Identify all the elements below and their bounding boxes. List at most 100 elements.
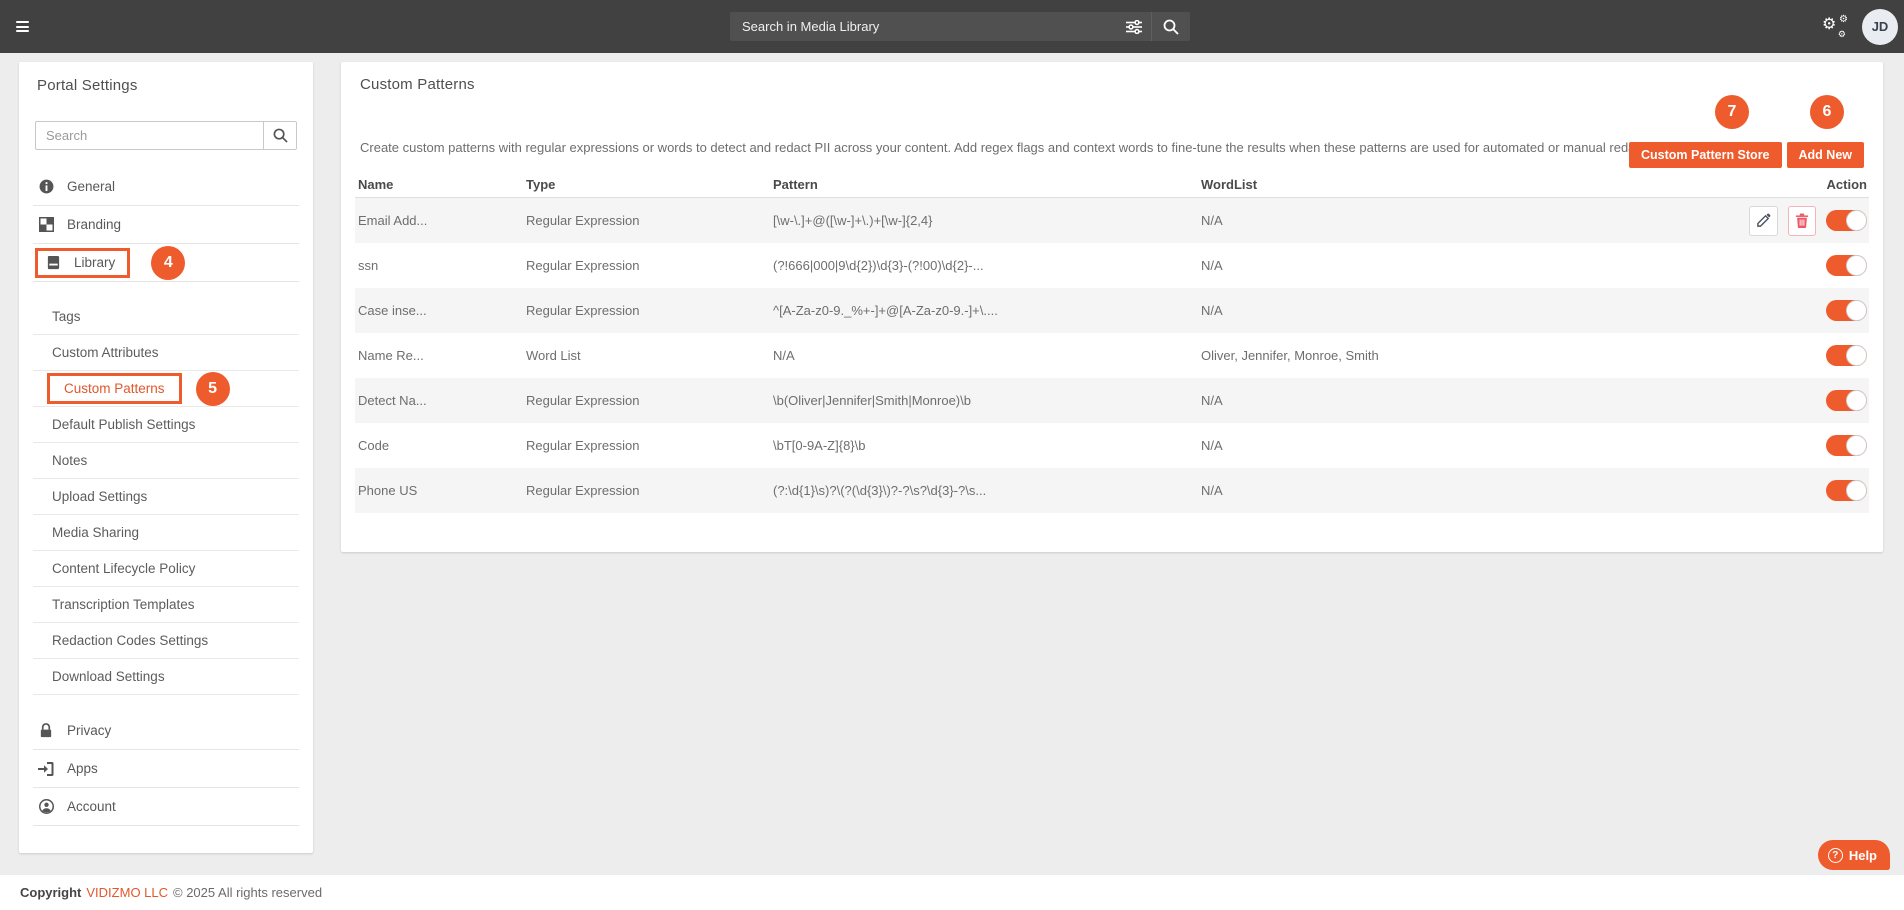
cell-type: Regular Expression (523, 258, 770, 273)
sidebar-item-general[interactable]: General (33, 168, 299, 206)
sidebar-item-transcription-templates[interactable]: Transcription Templates (33, 587, 299, 623)
cell-pattern: \bT[0-9A-Z]{8}\b (770, 438, 1198, 453)
table-row: Code Regular Expression \bT[0-9A-Z]{8}\b… (355, 423, 1869, 468)
question-icon: ? (1828, 848, 1843, 863)
sidebar-item-tags[interactable]: Tags (33, 299, 299, 335)
cell-wordlist: N/A (1198, 438, 1746, 453)
media-library-search[interactable] (730, 12, 1190, 41)
sidebar-item-media-sharing[interactable]: Media Sharing (33, 515, 299, 551)
media-library-search-input[interactable] (730, 19, 1117, 34)
cell-type: Regular Expression (523, 438, 770, 453)
footer-rights: © 2025 All rights reserved (173, 885, 322, 900)
sidebar-item-redaction-codes-settings[interactable]: Redaction Codes Settings (33, 623, 299, 659)
sidebar-item-download-settings[interactable]: Download Settings (33, 659, 299, 695)
search-filter-icon[interactable] (1117, 20, 1151, 34)
sidebar-item-label: Branding (67, 217, 121, 232)
cell-wordlist: N/A (1198, 393, 1746, 408)
table-row: ssn Regular Expression (?!666|000|9\d{2}… (355, 243, 1869, 288)
sign-in-icon (38, 761, 54, 777)
admin-settings-icon[interactable]: ⚙⚙⚙ (1822, 15, 1848, 39)
sidebar-item-library[interactable]: Library 4 (33, 244, 299, 282)
enable-toggle[interactable] (1826, 300, 1867, 321)
user-avatar[interactable]: JD (1862, 9, 1898, 45)
sidebar-item-upload-settings[interactable]: Upload Settings (33, 479, 299, 515)
cell-wordlist: N/A (1198, 258, 1746, 273)
footer: Copyright VIDIZMO LLC © 2025 All rights … (0, 875, 1904, 910)
top-bar: ⚙⚙⚙ JD (0, 0, 1904, 53)
enable-toggle[interactable] (1826, 390, 1867, 411)
cell-type: Regular Expression (523, 213, 770, 228)
cell-type: Regular Expression (523, 483, 770, 498)
hamburger-menu-icon[interactable] (16, 21, 29, 32)
cell-pattern: [\w-\.]+@([\w-]+\.)+[\w-]{2,4} (770, 213, 1198, 228)
table-row: Detect Na... Regular Expression \b(Olive… (355, 378, 1869, 423)
enable-toggle[interactable] (1826, 345, 1867, 366)
cell-pattern: (?!666|000|9\d{2})\d{3}-(?!00)\d{2}-... (770, 258, 1198, 273)
sub-item-label: Download Settings (52, 669, 165, 684)
cell-name: Name Re... (355, 348, 523, 363)
sidebar-search-input[interactable] (35, 121, 263, 150)
lock-icon (38, 723, 54, 739)
sidebar-item-label: Library (74, 255, 115, 270)
custom-patterns-panel: Custom Patterns Create custom patterns w… (341, 62, 1883, 552)
toolbar: Custom Pattern Store Add New (1629, 142, 1864, 168)
portal-settings-sidebar: Portal Settings General Branding (19, 62, 313, 853)
sub-item-label: Media Sharing (52, 525, 139, 540)
sidebar-item-notes[interactable]: Notes (33, 443, 299, 479)
sidebar-item-label: Account (67, 799, 116, 814)
sidebar-bottom-nav: Privacy Apps Account (33, 712, 299, 826)
custom-patterns-table: Name Type Pattern WordList Action Email … (355, 172, 1869, 513)
cell-pattern: ^[A-Za-z0-9._%+-]+@[A-Za-z0-9.-]+\.... (770, 303, 1198, 318)
sidebar-search-button[interactable] (263, 121, 297, 150)
sidebar-item-content-lifecycle-policy[interactable]: Content Lifecycle Policy (33, 551, 299, 587)
sidebar-item-account[interactable]: Account (33, 788, 299, 826)
footer-company-link[interactable]: VIDIZMO LLC (86, 885, 168, 900)
annotation-badge-6: 6 (1810, 95, 1844, 129)
column-header-wordlist: WordList (1198, 177, 1746, 192)
sidebar-item-label: General (67, 179, 115, 194)
annotation-badge-5: 5 (196, 372, 230, 406)
annotation-box-library: Library (35, 248, 130, 278)
info-icon (38, 179, 54, 195)
enable-toggle[interactable] (1826, 210, 1867, 231)
sub-item-label: Content Lifecycle Policy (52, 561, 195, 576)
sidebar-title: Portal Settings (37, 77, 299, 94)
column-header-type: Type (523, 177, 770, 192)
sub-item-label: Custom Patterns (64, 381, 165, 396)
custom-pattern-store-button[interactable]: Custom Pattern Store (1629, 142, 1782, 168)
annotation-badge-4: 4 (151, 246, 185, 280)
delete-button[interactable] (1788, 206, 1817, 236)
cell-name: ssn (355, 258, 523, 273)
sub-item-label: Tags (52, 309, 81, 324)
sub-item-label: Default Publish Settings (52, 417, 195, 432)
cell-name: Email Add... (355, 213, 523, 228)
search-icon[interactable] (1152, 19, 1190, 35)
enable-toggle[interactable] (1826, 255, 1867, 276)
enable-toggle[interactable] (1826, 480, 1867, 501)
edit-button[interactable] (1749, 206, 1778, 236)
cell-wordlist: N/A (1198, 213, 1746, 228)
help-button[interactable]: ? Help (1818, 840, 1890, 870)
enable-toggle[interactable] (1826, 435, 1867, 456)
cell-pattern: \b(Oliver|Jennifer|Smith|Monroe)\b (770, 393, 1198, 408)
table-row: Phone US Regular Expression (?:\d{1}\s)?… (355, 468, 1869, 513)
sub-item-label: Transcription Templates (52, 597, 195, 612)
cell-wordlist: N/A (1198, 483, 1746, 498)
table-row: Name Re... Word List N/A Oliver, Jennife… (355, 333, 1869, 378)
sidebar-item-branding[interactable]: Branding (33, 206, 299, 244)
annotation-box-custom-patterns: Custom Patterns (47, 373, 182, 404)
sidebar-item-default-publish-settings[interactable]: Default Publish Settings (33, 407, 299, 443)
sub-item-label: Custom Attributes (52, 345, 159, 360)
sidebar-item-custom-attributes[interactable]: Custom Attributes (33, 335, 299, 371)
sidebar-item-apps[interactable]: Apps (33, 750, 299, 788)
cell-name: Code (355, 438, 523, 453)
help-label: Help (1849, 848, 1877, 863)
sidebar-item-privacy[interactable]: Privacy (33, 712, 299, 750)
sidebar-nav: General Branding Library 4 Tags Custom A… (33, 168, 299, 826)
sidebar-item-label: Apps (67, 761, 98, 776)
sidebar-search (35, 121, 297, 150)
sidebar-item-custom-patterns[interactable]: Custom Patterns 5 (33, 371, 299, 407)
cell-name: Phone US (355, 483, 523, 498)
add-new-button[interactable]: Add New (1787, 142, 1864, 168)
cell-pattern: N/A (770, 348, 1198, 363)
